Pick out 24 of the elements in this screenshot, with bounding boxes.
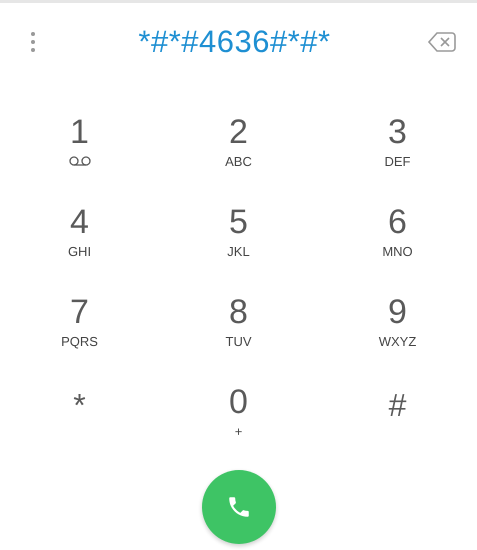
- dialed-number: *#*#4636#*#*: [137, 24, 332, 60]
- key-digit: 0: [229, 384, 248, 420]
- key-digit: 2: [229, 114, 248, 150]
- key-letters: PQRS: [61, 334, 98, 349]
- key-letters: MNO: [382, 244, 413, 259]
- key-symbol: *: [73, 387, 86, 423]
- key-digit: 3: [388, 114, 407, 150]
- key-letters: +: [234, 424, 242, 439]
- key-digit: 6: [388, 204, 407, 240]
- key-digit: 8: [229, 294, 248, 330]
- call-button[interactable]: [202, 470, 276, 544]
- key-digit: 4: [70, 204, 89, 240]
- voicemail-icon: [68, 156, 92, 166]
- key-letters: GHI: [68, 244, 92, 259]
- key-symbol: #: [388, 387, 406, 423]
- key-letters: TUV: [226, 334, 252, 349]
- key-letters: JKL: [227, 244, 250, 259]
- key-letters: DEF: [384, 154, 410, 169]
- key-digit: 7: [70, 294, 89, 330]
- key-digit: 1: [70, 114, 89, 150]
- key-digit: 5: [229, 204, 248, 240]
- key-letters: WXYZ: [378, 334, 416, 349]
- key-letters: ABC: [225, 154, 252, 169]
- key-digit: 9: [388, 294, 407, 330]
